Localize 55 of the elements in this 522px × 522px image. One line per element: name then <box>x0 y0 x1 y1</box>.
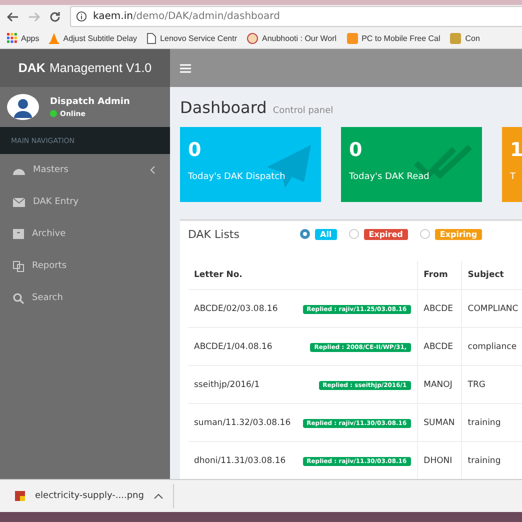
circle-icon <box>247 32 258 44</box>
filter-label[interactable]: Expired <box>364 228 408 240</box>
download-item[interactable]: electricity-supply-....png <box>15 484 174 508</box>
stat-label: T <box>510 172 516 182</box>
user-name: Dispatch Admin <box>50 96 130 106</box>
table-cell: TRG <box>461 366 522 404</box>
copy-icon <box>13 260 24 272</box>
table-cell: compliance <box>461 328 522 366</box>
emblem-icon <box>450 32 462 44</box>
stat-label: Today's DAK Dispatch <box>188 172 286 182</box>
bookmark[interactable]: Con <box>450 32 480 44</box>
stat-value: 0 <box>188 138 202 163</box>
table-cell: training <box>461 404 522 442</box>
brand-logo: DAK Management V1.0 <box>0 49 170 87</box>
table-cell: ABCDE <box>417 328 462 366</box>
stat-value: 0 <box>349 138 362 163</box>
radio-button[interactable] <box>420 229 430 239</box>
reload-icon[interactable] <box>49 10 61 22</box>
table-cell: SUMAN <box>417 404 462 442</box>
radio-button[interactable] <box>348 229 359 239</box>
table-cell: MANOJ <box>417 366 462 404</box>
info-icon[interactable] <box>76 11 87 22</box>
page-subtitle: Control panel <box>272 106 334 116</box>
traffic-cone-icon <box>49 32 60 44</box>
column-header: Subject <box>461 261 522 290</box>
bookmark[interactable]: Adjust Subtitle Delay <box>49 32 138 44</box>
table-cell: suman/11.32/03.08.16 <box>188 404 297 442</box>
table-cell: ABCDE <box>417 290 462 328</box>
table-cell: ABCDE/02/03.08.16 <box>188 290 297 328</box>
caret-up-icon <box>154 493 163 499</box>
bookmark[interactable]: Lenovo Service Centr <box>147 32 237 44</box>
column-header: From <box>417 261 462 290</box>
envelope-icon <box>13 198 25 206</box>
page-title: Dashboard <box>180 98 267 117</box>
bookmark[interactable]: Apps <box>7 33 40 43</box>
panel-title: DAK Lists <box>188 228 240 240</box>
table-cell: COMPLIANC <box>461 290 522 328</box>
bookmark[interactable]: PC to Mobile Free Cal <box>346 32 440 44</box>
image-file-icon <box>15 491 25 501</box>
column-header: Letter No. <box>188 261 297 290</box>
menu-icon[interactable] <box>180 64 191 72</box>
avatar-icon <box>7 94 39 120</box>
bookmark[interactable]: Anubhooti : Our Worl <box>247 32 337 44</box>
radio-button[interactable] <box>300 229 310 239</box>
back-icon[interactable] <box>7 12 19 22</box>
search-icon <box>13 292 24 304</box>
archive-box-icon <box>13 229 24 239</box>
address-field[interactable]: kaem.in/demo/DAK/admin/dashboard <box>70 6 522 27</box>
bookmark-favicon-icon <box>346 32 358 44</box>
page-icon <box>147 32 156 44</box>
table-cell: ABCDE/1/04.08.16 <box>188 328 297 366</box>
stat-label: Today's DAK Read <box>349 172 430 182</box>
table-cell: sseithjp/2016/1 <box>188 366 297 404</box>
stat-value: 1 <box>510 138 522 163</box>
apps-grid-icon <box>7 33 17 43</box>
